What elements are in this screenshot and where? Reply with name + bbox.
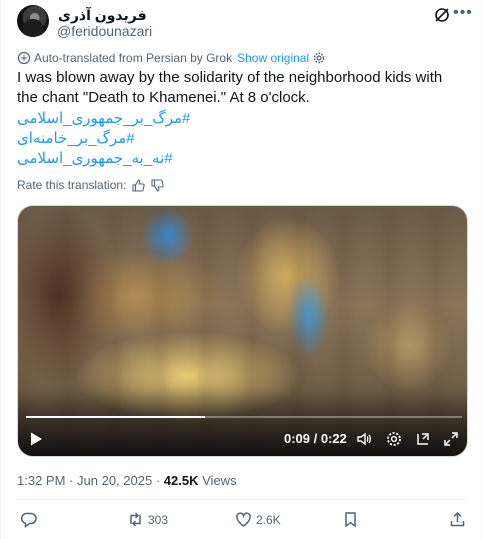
picture-in-picture-icon[interactable] xyxy=(415,431,431,447)
show-original-link[interactable]: Show original xyxy=(237,51,309,65)
tweet-card: فریدون آذری @feridounazari ••• Auto-tran… xyxy=(0,0,482,539)
video-time: 0:09 / 0:22 xyxy=(284,431,347,446)
video-progress-bar[interactable] xyxy=(26,416,462,418)
hashtag-link[interactable]: #مرگ_بر_جمهوری_اسلامی xyxy=(17,109,190,129)
views-count: 42.5K xyxy=(163,473,199,488)
volume-icon[interactable] xyxy=(356,431,372,447)
translate-icon xyxy=(17,51,31,65)
play-icon[interactable] xyxy=(28,431,44,447)
video-progress-fill xyxy=(26,416,205,418)
heart-icon xyxy=(236,512,251,527)
reply-icon xyxy=(21,512,37,528)
divider xyxy=(17,499,467,500)
rate-translation-label: Rate this translation: xyxy=(17,178,127,192)
author-display-name[interactable]: فریدون آذری xyxy=(58,7,147,24)
settings-icon[interactable] xyxy=(386,431,402,447)
views-label: Views xyxy=(202,473,237,488)
like-button[interactable]: 2.6K xyxy=(235,511,281,528)
more-options-icon[interactable]: ••• xyxy=(453,5,473,24)
video-player[interactable]: 0:09 / 0:22 xyxy=(17,205,468,457)
action-bar: 303 2.6K xyxy=(1,511,482,531)
tweet-text: I was blown away by the solidarity of th… xyxy=(17,69,443,106)
share-button[interactable] xyxy=(449,511,470,528)
fullscreen-icon[interactable] xyxy=(443,431,459,447)
avatar[interactable] xyxy=(17,5,49,37)
bookmark-icon xyxy=(345,512,356,528)
author-handle[interactable]: @feridounazari xyxy=(57,23,152,39)
hashtag-list: #مرگ_بر_جمهوری_اسلامی #مرگ_بر_خامنه‌ای #… xyxy=(17,109,190,169)
like-count: 2.6K xyxy=(256,512,281,527)
meta-separator: · xyxy=(69,473,74,488)
tweet-meta: 1:32 PM · Jun 20, 2025 · 42.5K Views xyxy=(17,473,237,488)
thumbs-up-icon[interactable] xyxy=(132,178,146,192)
gear-icon[interactable] xyxy=(313,52,325,64)
translation-note-text: Auto-translated from Persian by Grok xyxy=(34,51,233,65)
tweet-time[interactable]: 1:32 PM xyxy=(17,473,65,488)
hashtag-link[interactable]: #مرگ_بر_خامنه‌ای xyxy=(17,129,190,149)
bookmark-button[interactable] xyxy=(342,511,363,528)
repost-icon xyxy=(130,512,141,527)
meta-separator: · xyxy=(155,473,161,488)
repost-button[interactable]: 303 xyxy=(127,511,168,528)
translation-note: Auto-translated from Persian by Grok Sho… xyxy=(17,50,325,66)
tweet-date[interactable]: Jun 20, 2025 xyxy=(77,473,152,488)
hashtag-link[interactable]: #نه_به_جمهوری_اسلامی xyxy=(17,149,190,169)
thumbs-down-icon[interactable] xyxy=(151,178,165,192)
repost-count: 303 xyxy=(148,512,169,527)
grok-icon[interactable] xyxy=(433,6,451,24)
reply-button[interactable] xyxy=(21,511,42,528)
share-icon xyxy=(450,511,465,527)
rate-translation: Rate this translation: xyxy=(17,178,165,192)
